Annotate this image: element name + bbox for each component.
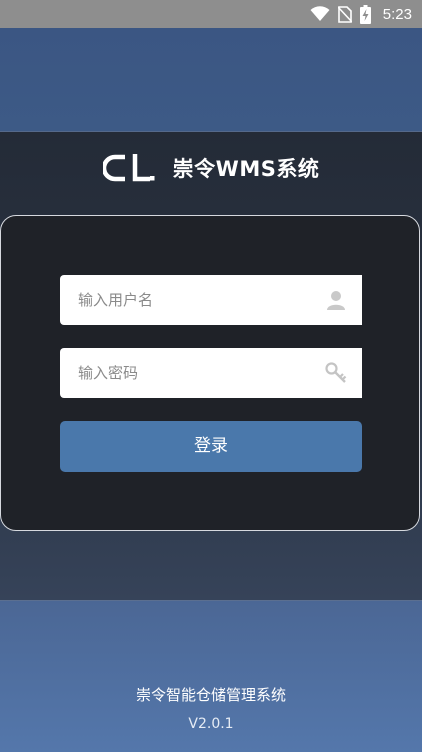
password-field[interactable] [60, 348, 362, 398]
wifi-icon [310, 6, 330, 21]
login-button[interactable]: 登录 [60, 421, 362, 472]
battery-charging-icon [359, 4, 371, 24]
status-icons: 5:23 [310, 0, 412, 28]
footer-version: V2.0.1 [188, 716, 234, 732]
password-input[interactable] [78, 348, 318, 398]
no-sim-icon [337, 5, 352, 23]
status-time: 5:23 [382, 5, 412, 23]
user-icon [327, 291, 345, 310]
cl-logo [102, 154, 155, 182]
footer-system-name: 崇令智能仓储管理系统 [135, 686, 286, 704]
brand: 崇令WMS系统 [0, 150, 422, 186]
app-title: 崇令WMS系统 [172, 157, 320, 181]
key-icon [325, 362, 347, 383]
header-band [0, 28, 422, 132]
username-field[interactable] [60, 275, 362, 325]
username-input[interactable] [78, 275, 318, 325]
status-bar: 5:23 [0, 0, 422, 28]
